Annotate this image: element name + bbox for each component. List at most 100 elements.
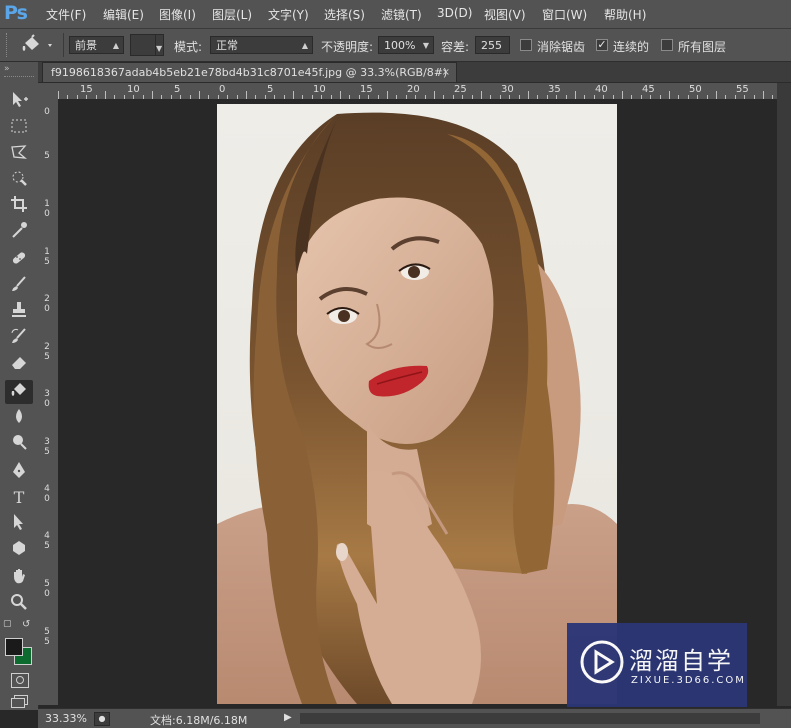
toolbox-grip[interactable] [4, 76, 34, 78]
antialias-checkbox[interactable] [520, 39, 532, 51]
tolerance-label: 容差: [441, 40, 470, 54]
menu-image[interactable]: 图像(I) [159, 6, 196, 23]
menu-select[interactable]: 选择(S) [324, 6, 365, 23]
ruler-label: 55 [736, 84, 749, 95]
menu-type[interactable]: 文字(Y) [268, 6, 309, 23]
watermark-name: 溜溜自学 [629, 647, 733, 675]
chevron-down-icon: ▼ [156, 44, 163, 53]
vertical-scrollbar[interactable] [777, 83, 791, 706]
brush-tool-icon[interactable] [5, 274, 33, 298]
collapse-icon[interactable]: » [4, 64, 10, 74]
pen-tool-icon[interactable] [5, 460, 33, 484]
ruler-tick [763, 91, 764, 99]
horizontal-ruler[interactable]: 15 10 5 0 5 10 15 20 25 30 35 40 45 50 5… [58, 83, 778, 100]
opacity-input[interactable]: 100% ▼ [378, 36, 434, 54]
type-tool-icon[interactable]: T [5, 486, 33, 510]
ruler-tick [481, 91, 482, 99]
all-layers-checkbox[interactable] [661, 39, 673, 51]
shape-tool-icon[interactable] [5, 538, 33, 562]
vertical-ruler[interactable]: 0 5 1 0 1 5 2 0 2 5 3 0 3 5 4 0 4 5 5 0 … [38, 99, 59, 705]
chevron-down-icon: ▼ [422, 41, 429, 50]
fill-source-value: 前景 [75, 39, 97, 52]
ruler-tick [716, 91, 717, 99]
ruler-label: 35 [548, 84, 561, 95]
history-brush-tool-icon[interactable] [5, 326, 33, 350]
zoom-tool-icon[interactable] [5, 592, 33, 616]
ruler-tick [669, 91, 670, 99]
ruler-label: 5 5 [44, 627, 50, 647]
all-layers-label: 所有图层 [678, 40, 727, 54]
options-grip[interactable] [6, 33, 11, 57]
ruler-origin[interactable] [38, 83, 58, 99]
ruler-label: 15 [360, 84, 373, 95]
menu-layer[interactable]: 图层(L) [212, 6, 252, 23]
ruler-tick [105, 91, 106, 99]
foreground-color-swatch[interactable] [5, 638, 23, 656]
dodge-tool-icon[interactable] [5, 432, 33, 456]
document-size: 文档:6.18M/6.18M [150, 714, 248, 727]
menu-view[interactable]: 视图(V) [484, 6, 526, 23]
paint-bucket-tool-icon[interactable] [5, 380, 33, 404]
ruler-tick [199, 91, 200, 99]
ruler-label: 50 [689, 84, 702, 95]
healing-brush-tool-icon[interactable] [5, 248, 33, 272]
ruler-label: 3 5 [44, 437, 50, 457]
ruler-tick [58, 91, 59, 99]
opacity-value: 100% [384, 39, 416, 52]
watermark: 溜溜自学 ZIXUE.3D66.COM [567, 623, 747, 707]
path-select-tool-icon[interactable] [5, 512, 33, 536]
ruler-label: 5 [174, 84, 181, 95]
marquee-tool-icon[interactable] [5, 116, 33, 140]
document-tab-title: f9198618367adab4b5eb21e78bd4b31c8701e45f… [51, 66, 448, 79]
ruler-label: 1 5 [44, 247, 50, 267]
horizontal-scrollbar[interactable] [300, 713, 760, 724]
eraser-tool-icon[interactable] [5, 352, 33, 376]
menu-help[interactable]: 帮助(H) [604, 6, 646, 23]
crop-tool-icon[interactable] [5, 194, 33, 218]
document-tab[interactable]: f9198618367adab4b5eb21e78bd4b31c8701e45f… [42, 62, 457, 82]
status-menu-arrow-icon[interactable]: ▶ [284, 712, 292, 723]
hand-tool-icon[interactable] [5, 566, 33, 590]
ruler-label: 5 [267, 84, 274, 95]
mode-label: 模式: [174, 40, 203, 54]
tool-preset-picker[interactable] [20, 34, 56, 56]
menu-edit[interactable]: 编辑(E) [103, 6, 144, 23]
clone-stamp-tool-icon[interactable] [5, 300, 33, 324]
zoom-level[interactable]: 33.33% [45, 712, 87, 725]
ruler-tick [575, 91, 576, 99]
quick-select-tool-icon[interactable] [5, 168, 33, 192]
ruler-label: 4 0 [44, 484, 50, 504]
pattern-picker[interactable]: ▼ [130, 34, 164, 56]
quick-mask-icon[interactable] [11, 673, 29, 688]
options-bar: 前景 ▲ ▼ 模式: 正常 ▲ 不透明度: 100% ▼ 容差: 255 消除锯… [0, 29, 791, 62]
ruler-tick [528, 91, 529, 99]
ruler-label: 40 [595, 84, 608, 95]
status-icon[interactable]: ● [94, 712, 110, 726]
lasso-tool-icon[interactable] [5, 142, 33, 166]
mode-select[interactable]: 正常 ▲ [210, 36, 313, 54]
menu-filter[interactable]: 滤镜(T) [381, 6, 422, 23]
menu-file[interactable]: 文件(F) [46, 6, 86, 23]
default-colors-icon[interactable]: ▢ [3, 619, 12, 629]
menu-3d[interactable]: 3D(D) [437, 6, 472, 20]
ruler-label: 2 5 [44, 342, 50, 362]
screen-mode-icon[interactable] [11, 695, 28, 708]
portrait-photo[interactable] [217, 104, 617, 704]
spinner-icon: ▲ [301, 41, 308, 50]
fill-source-select[interactable]: 前景 ▲ [69, 36, 124, 54]
swap-colors-icon[interactable]: ↺ [22, 619, 30, 630]
contiguous-checkbox[interactable]: ✓ [596, 39, 608, 51]
menu-window[interactable]: 窗口(W) [542, 6, 587, 23]
divider [155, 35, 156, 55]
move-tool-icon[interactable] [5, 90, 33, 114]
close-icon[interactable]: × [442, 63, 450, 82]
ruler-label: 3 0 [44, 389, 50, 409]
blur-tool-icon[interactable] [5, 406, 33, 430]
ruler-label: 1 0 [44, 199, 50, 219]
ruler-tick [387, 91, 388, 99]
eyedropper-tool-icon[interactable] [5, 220, 33, 244]
ruler-tick [246, 91, 247, 99]
ruler-label: 5 [44, 151, 50, 161]
tolerance-value: 255 [481, 39, 502, 52]
tolerance-input[interactable]: 255 [475, 36, 510, 54]
